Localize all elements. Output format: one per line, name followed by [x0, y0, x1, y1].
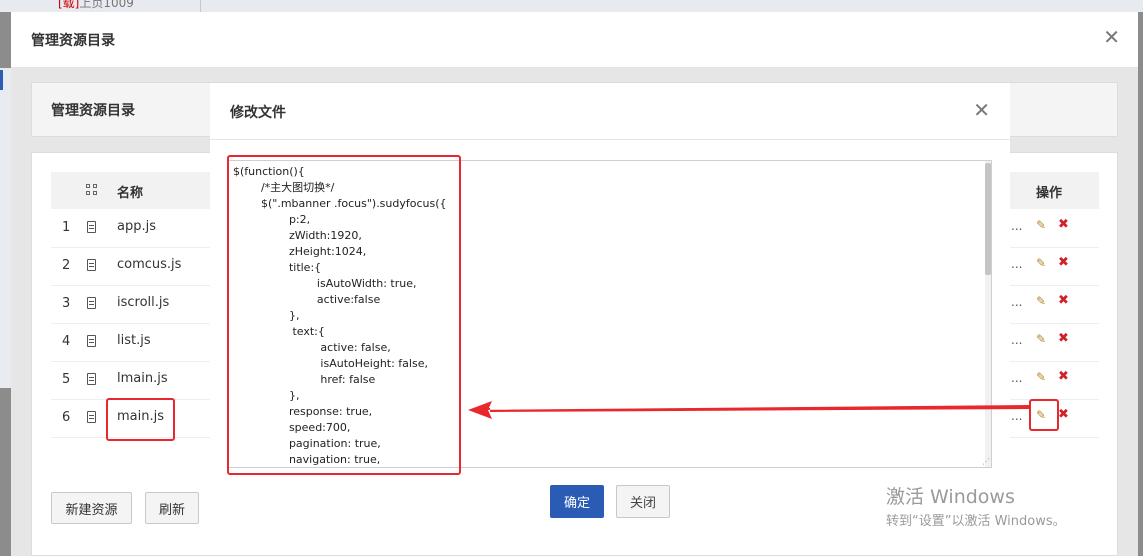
truncated-text: ... — [1011, 257, 1023, 271]
file-icon — [87, 373, 96, 385]
file-icon — [87, 297, 96, 309]
pencil-icon[interactable]: ✎ — [1036, 218, 1046, 232]
file-name[interactable]: list.js — [117, 333, 151, 348]
file-icon — [87, 335, 96, 347]
delete-x-icon[interactable]: ✖ — [1058, 407, 1069, 422]
file-name[interactable]: iscroll.js — [117, 295, 169, 310]
row-number: 6 — [62, 410, 71, 425]
background-sidebar-edge — [0, 68, 11, 388]
background-divider — [200, 0, 201, 12]
truncated-text: ... — [1011, 371, 1023, 385]
row-number: 3 — [62, 296, 71, 311]
arrow-head — [468, 401, 492, 419]
pencil-icon[interactable]: ✎ — [1036, 256, 1046, 270]
delete-x-icon[interactable]: ✖ — [1058, 255, 1069, 270]
pencil-icon[interactable]: ✎ — [1036, 332, 1046, 346]
pencil-icon[interactable]: ✎ — [1036, 370, 1046, 384]
inner-dialog-header: 修改文件 ✕ — [210, 83, 1010, 140]
delete-x-icon[interactable]: ✖ — [1058, 217, 1069, 232]
outer-dialog-header: 管理资源目录 ✕ — [11, 12, 1138, 68]
highlight-code-region — [227, 155, 461, 475]
confirm-button[interactable]: 确定 — [550, 485, 604, 518]
file-icon — [87, 411, 96, 423]
pencil-icon[interactable]: ✎ — [1036, 294, 1046, 308]
editor-scroll-thumb[interactable] — [985, 163, 991, 275]
row-number: 2 — [62, 258, 71, 273]
truncated-text: ... — [1011, 295, 1023, 309]
inner-close-icon[interactable]: ✕ — [973, 99, 990, 121]
refresh-button[interactable]: 刷新 — [145, 492, 199, 524]
background-page-top: [载]上页1009 — [0, 0, 1143, 12]
arrow-shaft — [468, 405, 1030, 412]
close-button[interactable]: 关闭 — [616, 485, 670, 518]
highlight-main-js — [106, 398, 175, 441]
row-number: 1 — [62, 220, 71, 235]
truncated-text: ... — [1011, 333, 1023, 347]
new-resource-button[interactable]: 新建资源 — [51, 492, 132, 524]
column-header-actions: 操作 — [1036, 186, 1063, 201]
inner-dialog-title: 修改文件 — [230, 105, 286, 121]
file-name[interactable]: lmain.js — [117, 371, 168, 386]
row-number: 4 — [62, 334, 71, 349]
panel-title: 管理资源目录 — [51, 103, 135, 119]
truncated-text: ... — [1011, 219, 1023, 233]
file-name[interactable]: comcus.js — [117, 257, 181, 272]
outer-dialog-title: 管理资源目录 — [31, 33, 115, 49]
file-icon — [87, 259, 96, 271]
delete-x-icon[interactable]: ✖ — [1058, 369, 1069, 384]
delete-x-icon[interactable]: ✖ — [1058, 331, 1069, 346]
watermark-line2: 转到“设置”以激活 Windows。 — [886, 514, 1066, 529]
delete-x-icon[interactable]: ✖ — [1058, 293, 1069, 308]
resize-grip-icon[interactable]: ⋰ — [982, 458, 990, 466]
background-partial-text: [载]上页1009 — [58, 0, 134, 10]
column-header-name: 名称 — [117, 186, 144, 201]
windows-activation-watermark: 激活 Windows 转到“设置”以激活 Windows。 — [886, 485, 1066, 532]
grid-icon — [86, 184, 98, 196]
file-name[interactable]: app.js — [117, 219, 156, 234]
file-icon — [87, 221, 96, 233]
background-sidebar-accent — [0, 70, 3, 90]
watermark-line1: 激活 Windows — [886, 486, 1015, 508]
row-number: 5 — [62, 372, 71, 387]
outer-close-icon[interactable]: ✕ — [1103, 26, 1120, 48]
annotation-arrow — [468, 401, 1030, 419]
